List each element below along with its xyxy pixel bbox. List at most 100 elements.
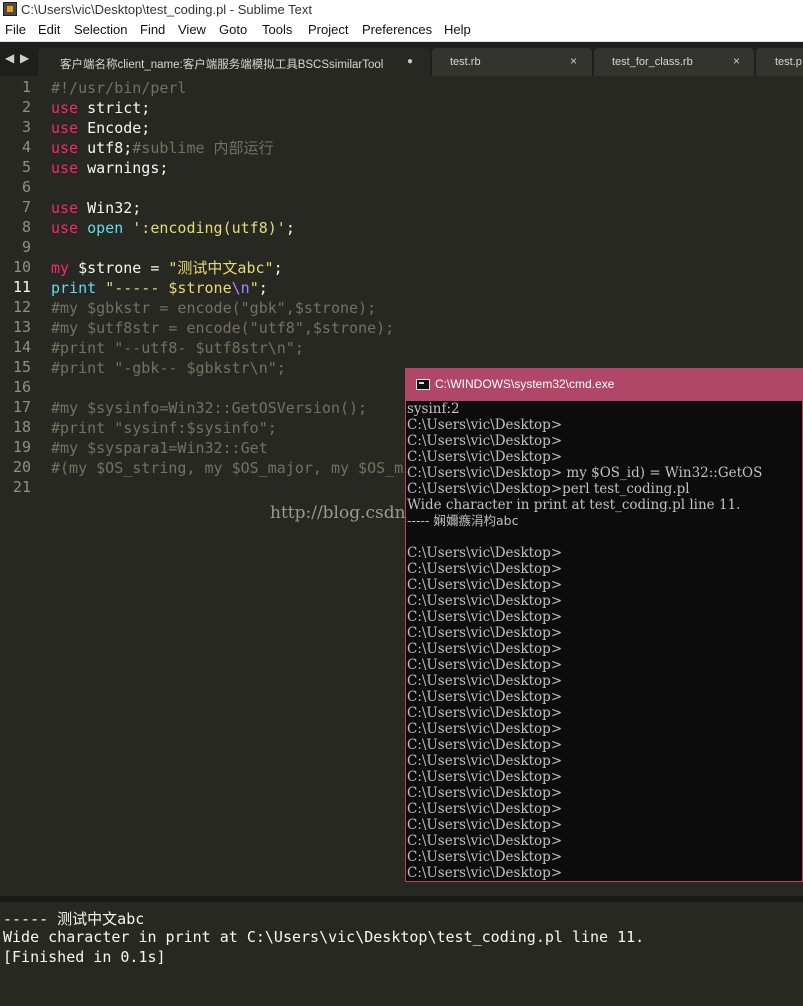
console-line: C:\Users\vic\Desktop> <box>407 833 563 849</box>
line-number: 20 <box>12 458 31 476</box>
tab-client-name[interactable]: 客户端名称client_name:客户端服务端模拟工具BSCSsimilarTo… <box>38 48 430 76</box>
console-line: C:\Users\vic\Desktop> <box>407 737 563 753</box>
comment: #print "-gbk-- $gbkstr\n"; <box>51 359 286 377</box>
cmd-title-bar[interactable]: C:\WINDOWS\system32\cmd.exe <box>406 369 802 401</box>
tab-scroll-left-icon[interactable]: ◀ <box>5 51 14 65</box>
window-title: C:\Users\vic\Desktop\test_coding.pl - Su… <box>21 2 312 17</box>
line-number: 18 <box>12 418 31 436</box>
cmd-console-output[interactable]: sysinf:2 C:\Users\vic\Desktop> C:\Users\… <box>406 401 802 881</box>
blog-watermark: http://blog.csdn.n <box>270 503 422 523</box>
line-number: 3 <box>21 118 31 136</box>
console-line: C:\Users\vic\Desktop> <box>407 753 563 769</box>
console-line: C:\Users\vic\Desktop> <box>407 689 563 705</box>
line-number: 10 <box>12 258 31 276</box>
menu-preferences[interactable]: Preferences <box>362 22 432 37</box>
code-line-4: use utf8;#sublime 内部运行 <box>51 138 274 158</box>
console-line: sysinf:2 <box>407 401 460 417</box>
line-number: 15 <box>12 358 31 376</box>
console-line: C:\Users\vic\Desktop> <box>407 545 563 561</box>
line-number: 17 <box>12 398 31 416</box>
line-number: 9 <box>21 238 31 256</box>
line-number: 8 <box>21 218 31 236</box>
menu-edit[interactable]: Edit <box>38 22 60 37</box>
tab-test-p[interactable]: test.p <box>756 48 803 76</box>
console-line: C:\Users\vic\Desktop> <box>407 625 563 641</box>
console-line: C:\Users\vic\Desktop> <box>407 449 563 465</box>
line-number: 2 <box>21 98 31 116</box>
line-number: 16 <box>12 378 31 396</box>
line-number: 14 <box>12 338 31 356</box>
keyword: use <box>51 199 79 217</box>
output-line: [Finished in 0.1s] <box>3 948 166 966</box>
keyword: my <box>51 259 70 277</box>
function-name: open <box>87 219 124 237</box>
console-line: C:\Users\vic\Desktop> <box>407 657 563 673</box>
console-line: C:\Users\vic\Desktop> <box>407 641 563 657</box>
tab-test-rb[interactable]: test.rb × <box>432 48 592 76</box>
line-number: 6 <box>21 178 31 196</box>
console-line: C:\Users\vic\Desktop> <box>407 785 563 801</box>
code-line-17: #my $sysinfo=Win32::GetOSVersion(); <box>51 398 367 418</box>
code-line-7: use Win32; <box>51 198 141 218</box>
code-line-3: use Encode; <box>51 118 150 138</box>
code-line-1: #!/usr/bin/perl <box>51 78 186 98</box>
tab-bar: ◀ ▶ 客户端名称client_name:客户端服务端模拟工具BSCSsimil… <box>0 42 803 76</box>
keyword: use <box>51 99 79 117</box>
tab-test-for-class[interactable]: test_for_class.rb × <box>594 48 754 76</box>
output-line: ----- 测试中文abc <box>3 910 145 928</box>
code-text: ; <box>285 219 295 237</box>
console-line: C:\Users\vic\Desktop> <box>407 801 563 817</box>
console-line: C:\Users\vic\Desktop> <box>407 417 563 433</box>
code-line-14: #print "--utf8- $utf8str\n"; <box>51 338 304 358</box>
comment: #!/usr/bin/perl <box>51 79 187 97</box>
cmd-window[interactable]: C:\WINDOWS\system32\cmd.exe sysinf:2 C:\… <box>405 368 803 882</box>
line-number: 5 <box>21 158 31 176</box>
console-line: C:\Users\vic\Desktop> my $OS_id) = Win32… <box>407 465 763 481</box>
code-text: Win32; <box>78 199 142 217</box>
menu-selection[interactable]: Selection <box>74 22 127 37</box>
console-line: C:\Users\vic\Desktop> <box>407 577 563 593</box>
comment: #print "--utf8- $utf8str\n"; <box>51 339 304 357</box>
menu-view[interactable]: View <box>178 22 206 37</box>
keyword: use <box>51 219 79 237</box>
string: "测试中文abc" <box>168 259 274 277</box>
escape-sequence: \n <box>231 279 250 297</box>
line-number: 7 <box>21 198 31 216</box>
menu-file[interactable]: File <box>5 22 26 37</box>
unsaved-dot-icon[interactable]: ● <box>407 56 413 67</box>
string: ':encoding(utf8)' <box>132 219 286 237</box>
comment: #my $utf8str = encode("utf8",$strone); <box>51 319 395 337</box>
close-icon[interactable]: × <box>570 54 577 68</box>
build-output-panel[interactable]: ----- 测试中文abc Wide character in print at… <box>0 896 803 1006</box>
code-line-2: use strict; <box>51 98 150 118</box>
line-number: 12 <box>12 298 31 316</box>
tab-label: test.rb <box>450 56 481 68</box>
console-line: C:\Users\vic\Desktop> <box>407 849 563 865</box>
console-line: Wide character in print at test_coding.p… <box>407 497 741 513</box>
menu-tools[interactable]: Tools <box>262 22 292 37</box>
close-icon[interactable]: × <box>733 54 740 68</box>
console-line: C:\Users\vic\Desktop> <box>407 865 563 881</box>
tab-label: 客户端名称client_name:客户端服务端模拟工具BSCSsimilarTo… <box>60 59 384 71</box>
menu-goto[interactable]: Goto <box>219 22 247 37</box>
code-text: warnings; <box>78 159 169 177</box>
code-line-8: use open ':encoding(utf8)'; <box>51 218 295 238</box>
string: "----- $strone <box>105 279 232 297</box>
string: " <box>249 279 259 297</box>
keyword: use <box>51 139 79 157</box>
comment: #my $gbkstr = encode("gbk",$strone); <box>51 299 377 317</box>
code-text: utf8; <box>78 139 133 157</box>
menu-project[interactable]: Project <box>308 22 348 37</box>
console-line: C:\Users\vic\Desktop>perl test_coding.pl <box>407 481 690 497</box>
title-bar: C:\Users\vic\Desktop\test_coding.pl - Su… <box>0 0 803 20</box>
menu-bar: File Edit Selection Find View Goto Tools… <box>0 20 803 42</box>
console-line: C:\Users\vic\Desktop> <box>407 769 563 785</box>
menu-find[interactable]: Find <box>140 22 165 37</box>
menu-help[interactable]: Help <box>444 22 471 37</box>
comment: #my $sysinfo=Win32::GetOSVersion(); <box>51 399 368 417</box>
console-line: C:\Users\vic\Desktop> <box>407 817 563 833</box>
line-number-gutter: 1 2 3 4 5 6 7 8 9 10 11 12 13 14 15 16 1… <box>0 76 40 896</box>
code-text: ; <box>258 279 268 297</box>
tab-scroll-right-icon[interactable]: ▶ <box>20 51 29 65</box>
keyword: use <box>51 159 79 177</box>
